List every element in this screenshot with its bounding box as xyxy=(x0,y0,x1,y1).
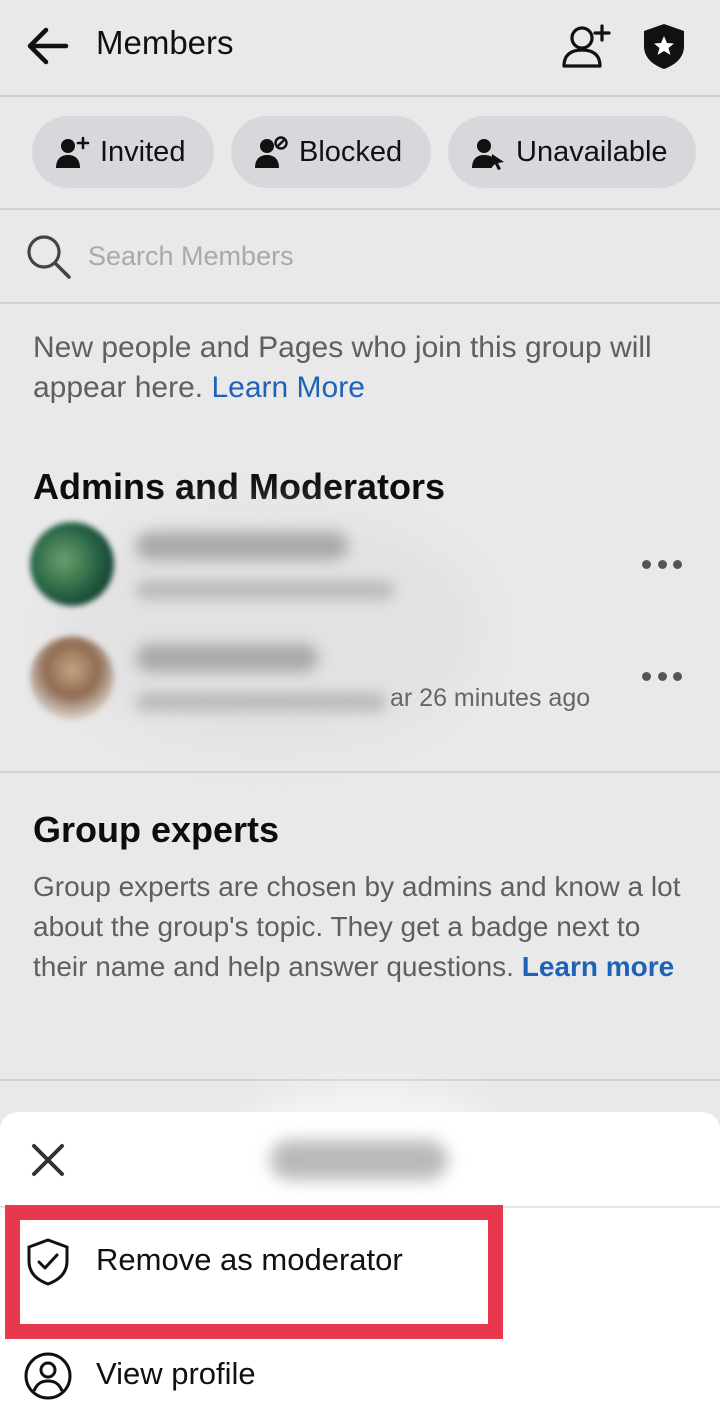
search-input[interactable] xyxy=(86,234,690,278)
menu-item-label: View profile xyxy=(96,1356,256,1391)
chip-label: Unavailable xyxy=(516,135,668,168)
chip-label: Blocked xyxy=(299,135,403,168)
person-invited-icon xyxy=(56,136,90,168)
person-blocked-icon xyxy=(255,136,288,168)
more-options-icon[interactable] xyxy=(642,668,682,684)
member-subtitle-blurred xyxy=(136,692,386,712)
search-icon xyxy=(27,235,71,279)
view-profile-button[interactable]: View profile xyxy=(0,1336,720,1416)
top-bar: Members xyxy=(0,0,720,97)
member-row[interactable]: ar 26 minutes ago xyxy=(0,624,720,734)
highlight-box xyxy=(5,1205,503,1339)
avatar xyxy=(30,522,114,606)
filter-chips: Invited Blocked Unavailable xyxy=(0,96,720,210)
experts-description: Group experts are chosen by admins and k… xyxy=(33,867,699,987)
avatar xyxy=(30,636,114,720)
join-info-text: New people and Pages who join this group… xyxy=(33,328,693,408)
page-title: Members xyxy=(96,24,234,61)
chip-invited[interactable]: Invited xyxy=(32,116,214,188)
member-row[interactable] xyxy=(0,512,720,622)
shield-star-icon[interactable] xyxy=(636,18,692,74)
person-unavailable-icon xyxy=(472,139,504,170)
person-circle-icon xyxy=(24,1352,72,1400)
chip-blocked[interactable]: Blocked xyxy=(231,116,431,188)
divider xyxy=(0,771,720,773)
arrow-left-icon[interactable] xyxy=(24,22,72,70)
close-icon[interactable] xyxy=(28,1140,68,1180)
member-time: ar 26 minutes ago xyxy=(390,684,591,712)
sheet-member-name-blurred xyxy=(270,1140,448,1180)
member-subtitle-blurred xyxy=(136,580,394,600)
search-bar xyxy=(0,210,720,304)
member-name-blurred xyxy=(136,532,348,560)
admins-section-title: Admins and Moderators xyxy=(33,466,446,507)
chip-unavailable[interactable]: Unavailable xyxy=(448,116,696,188)
person-add-icon[interactable] xyxy=(558,18,614,74)
divider xyxy=(0,1079,720,1081)
learn-more-link[interactable]: Learn more xyxy=(522,951,675,982)
experts-section-title: Group experts xyxy=(33,809,280,850)
more-options-icon[interactable] xyxy=(642,556,682,572)
chip-label: Invited xyxy=(100,135,186,168)
learn-more-link[interactable]: Learn More xyxy=(211,371,364,404)
member-name-blurred xyxy=(136,644,318,672)
